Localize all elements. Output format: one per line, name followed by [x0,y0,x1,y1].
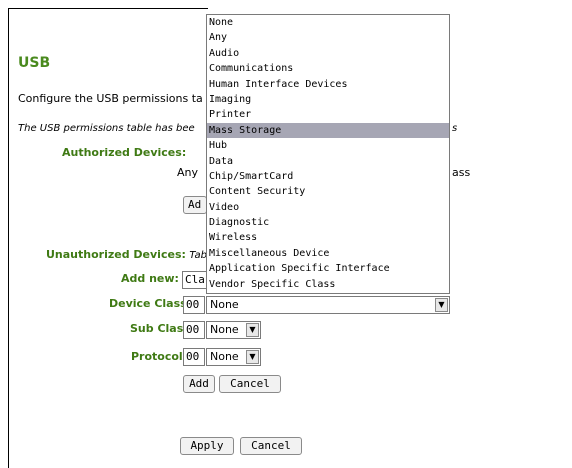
dropdown-option[interactable]: Human Interface Devices [207,77,449,92]
dropdown-option[interactable]: Wireless [207,230,449,245]
authorized-any-text: Any [177,166,199,179]
frame-border-top [8,8,208,9]
dropdown-option[interactable]: Content Security [207,184,449,199]
dropdown-option[interactable]: None [207,15,449,30]
chevron-down-icon[interactable]: ▼ [246,350,259,364]
dropdown-option[interactable]: Data [207,154,449,169]
dropdown-option[interactable]: Any [207,30,449,45]
unauthorized-devices-row: Unauthorized Devices: Table [46,248,216,261]
cancel-apply-button[interactable]: Cancel [240,437,302,455]
cancel-button[interactable]: Cancel [219,375,281,393]
protocol-label: Protocol: [131,350,188,363]
sub-class-code-input[interactable]: 00 [183,321,205,339]
intro-text: Configure the USB permissions ta [18,92,203,105]
dropdown-option[interactable]: Printer [207,107,449,122]
authorized-devices-label: Authorized Devices: [62,146,187,159]
dropdown-option[interactable]: Video [207,200,449,215]
dropdown-option[interactable]: Miscellaneous Device [207,246,449,261]
dropdown-option[interactable]: Communications [207,61,449,76]
authorized-row-tail: ass [452,166,471,179]
authorized-add-button[interactable]: Ad [183,196,207,214]
protocol-select[interactable]: None ▼ [206,348,261,366]
apply-button[interactable]: Apply [180,437,234,455]
dropdown-option[interactable]: Hub [207,138,449,153]
dropdown-option[interactable]: Diagnostic [207,215,449,230]
note-text: The USB permissions table has bee [18,123,195,134]
sub-class-select[interactable]: None ▼ [206,321,261,339]
add-button[interactable]: Add [183,375,215,393]
dropdown-option[interactable]: Imaging [207,92,449,107]
dropdown-option[interactable]: Chip/SmartCard [207,169,449,184]
add-new-select[interactable]: Cla [182,271,208,289]
unauthorized-devices-label: Unauthorized Devices: [46,248,186,261]
device-class-label: Device Class: [109,297,192,310]
dropdown-option[interactable]: Audio [207,46,449,61]
dropdown-option[interactable]: Application Specific Interface [207,261,449,276]
frame-border-left [8,8,9,468]
device-class-dropdown-list[interactable]: None Any Audio Communications Human Interfac… [206,14,450,294]
chevron-down-icon[interactable]: ▼ [246,323,259,337]
sub-class-select-value: None [210,323,239,336]
device-class-select-value: None [210,298,239,311]
device-class-code-input[interactable]: 00 [183,296,205,314]
protocol-code-input[interactable]: 00 [183,348,205,366]
device-class-select[interactable]: None ▼ [206,296,450,314]
add-new-label: Add new: [121,272,179,285]
page-title: USB [18,55,51,71]
protocol-select-value: None [210,350,239,363]
chevron-down-icon[interactable]: ▼ [435,298,448,312]
dropdown-option[interactable]: Vendor Specific Class [207,277,449,292]
dropdown-option[interactable]: Mass Storage [207,122,449,139]
note-text-right: s [452,123,458,134]
